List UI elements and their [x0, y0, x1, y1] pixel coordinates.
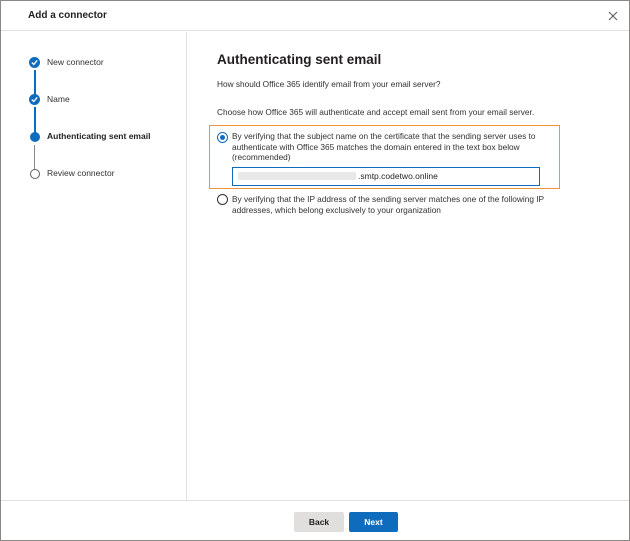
next-button[interactable]: Next	[349, 512, 398, 532]
dialog-title: Add a connector	[28, 10, 107, 21]
certificate-radio[interactable]	[217, 132, 228, 143]
add-connector-dialog: Add a connector New connector Name Authe…	[0, 0, 630, 541]
checkmark-icon	[29, 57, 40, 68]
certificate-option-label: By verifying that the subject name on th…	[232, 131, 536, 162]
page-title: Authenticating sent email	[217, 52, 382, 67]
redacted-text	[238, 172, 356, 180]
dialog-header: Add a connector	[1, 1, 629, 31]
close-icon[interactable]	[607, 9, 619, 21]
wizard-step-label: Review connector	[47, 168, 115, 178]
dialog-footer: Back Next	[1, 500, 629, 540]
pending-step-icon	[30, 169, 40, 179]
question-text: How should Office 365 identify email fro…	[217, 79, 441, 89]
step-connector	[34, 107, 36, 135]
current-step-icon	[30, 132, 40, 142]
back-button[interactable]: Back	[294, 512, 344, 532]
wizard-step-label: New connector	[47, 57, 104, 67]
instruction-text: Choose how Office 365 will authenticate …	[217, 107, 535, 117]
wizard-step-label: Name	[47, 94, 70, 104]
wizard-step-label: Authenticating sent email	[47, 131, 151, 141]
ip-address-option-label: By verifying that the IP address of the …	[232, 194, 544, 215]
wizard-steps: New connector Name Authenticating sent e…	[1, 32, 187, 500]
domain-input-value: .smtp.codetwo.online	[358, 171, 438, 181]
ip-address-radio[interactable]	[217, 194, 228, 205]
checkmark-icon	[29, 94, 40, 105]
